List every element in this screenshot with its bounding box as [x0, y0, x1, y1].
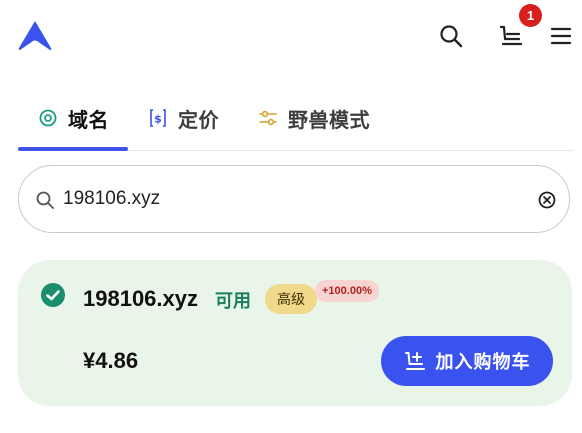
result-domain-name: 198106.xyz [83, 286, 198, 311]
cart-icon [499, 25, 523, 46]
active-tab-indicator [18, 147, 128, 151]
price-tag-icon: $ [148, 108, 168, 128]
search-icon [36, 191, 54, 209]
target-icon [38, 108, 58, 128]
add-to-cart-label: 加入购物车 [435, 352, 531, 372]
search-mode-tabs: 域名 $ 定价 野兽模式 [18, 98, 574, 151]
price-change-badge: +100.00% [315, 280, 379, 302]
tab-domain-label: 域名 [68, 109, 109, 132]
top-bar: 1 [0, 0, 582, 72]
tab-beast-mode[interactable]: 野兽模式 [258, 98, 370, 138]
cart-count-badge: 1 [519, 4, 542, 27]
availability-status: 可用 [215, 291, 251, 311]
add-to-cart-button[interactable]: 加入购物车 [381, 336, 553, 386]
tab-pricing[interactable]: $ 定价 [148, 98, 219, 138]
premium-badge: 高级 [265, 284, 317, 314]
menu-button[interactable] [548, 24, 574, 48]
svg-text:$: $ [154, 113, 162, 126]
search-button[interactable] [437, 22, 465, 50]
tab-domain[interactable]: 域名 [38, 98, 109, 138]
domain-result-card: 198106.xyz 可用 高级 +100.00% ¥4.86 加入购物车 [18, 260, 572, 406]
search-icon [440, 25, 463, 48]
cart-button[interactable] [497, 22, 525, 50]
clear-search-icon[interactable] [537, 190, 557, 210]
cart-plus-icon [404, 352, 425, 370]
check-circle-icon [41, 283, 65, 307]
domain-search-box [18, 165, 570, 233]
hamburger-menu-icon [550, 27, 572, 45]
brand-logo-icon[interactable] [17, 19, 53, 51]
domain-search-input[interactable] [63, 182, 523, 216]
tab-beast-mode-label: 野兽模式 [288, 109, 370, 132]
sliders-icon [258, 108, 278, 128]
result-price: ¥4.86 [83, 348, 139, 373]
tab-pricing-label: 定价 [178, 109, 219, 132]
